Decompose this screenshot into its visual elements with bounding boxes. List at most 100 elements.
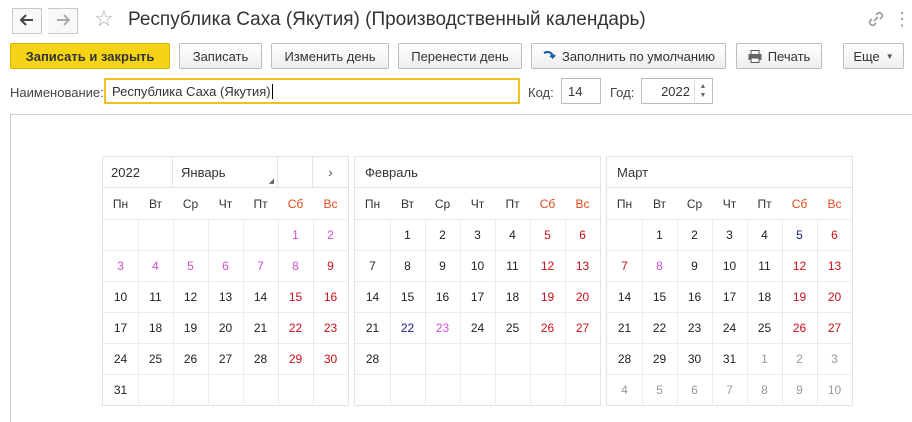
day-cell[interactable]: 3 [817,343,852,374]
day-cell[interactable]: 28 [607,343,642,374]
day-cell[interactable]: 27 [565,312,600,343]
day-cell[interactable]: 12 [530,250,565,281]
day-cell[interactable]: 2 [677,219,712,250]
day-cell[interactable]: 2 [782,343,817,374]
day-cell[interactable]: 17 [712,281,747,312]
day-cell[interactable]: 17 [103,312,138,343]
day-cell[interactable]: 27 [208,343,243,374]
day-cell[interactable]: 9 [677,250,712,281]
day-cell[interactable]: 15 [390,281,425,312]
day-cell[interactable]: 13 [817,250,852,281]
day-cell[interactable]: 23 [425,312,460,343]
day-cell[interactable]: 15 [278,281,313,312]
day-cell[interactable]: 9 [425,250,460,281]
day-cell[interactable]: 3 [712,219,747,250]
day-cell[interactable]: 31 [103,374,138,405]
day-cell[interactable]: 22 [642,312,677,343]
day-cell[interactable]: 19 [173,312,208,343]
day-cell[interactable]: 22 [390,312,425,343]
day-cell[interactable]: 29 [278,343,313,374]
code-field[interactable]: 14 [561,78,601,104]
save-and-close-button[interactable]: Записать и закрыть [10,43,170,69]
day-cell[interactable]: 8 [747,374,782,405]
day-cell[interactable]: 14 [355,281,390,312]
day-cell[interactable]: 1 [747,343,782,374]
day-cell[interactable]: 9 [782,374,817,405]
day-cell[interactable]: 7 [355,250,390,281]
day-cell[interactable]: 3 [103,250,138,281]
day-cell[interactable]: 1 [390,219,425,250]
day-cell[interactable]: 23 [677,312,712,343]
back-button[interactable] [12,8,42,34]
name-field[interactable]: Республика Саха (Якутия) [104,78,520,104]
day-cell[interactable]: 28 [355,343,390,374]
day-cell[interactable]: 4 [607,374,642,405]
day-cell[interactable]: 19 [530,281,565,312]
day-cell[interactable]: 5 [642,374,677,405]
day-cell[interactable]: 3 [460,219,495,250]
day-cell[interactable]: 11 [747,250,782,281]
day-cell[interactable]: 21 [355,312,390,343]
day-cell[interactable]: 18 [747,281,782,312]
day-cell[interactable]: 13 [208,281,243,312]
day-cell[interactable]: 4 [495,219,530,250]
day-cell[interactable]: 10 [460,250,495,281]
day-cell[interactable]: 5 [530,219,565,250]
day-cell[interactable]: 26 [173,343,208,374]
day-cell[interactable]: 8 [642,250,677,281]
day-cell[interactable]: 4 [138,250,173,281]
day-cell[interactable]: 2 [313,219,348,250]
day-cell[interactable]: 5 [173,250,208,281]
day-cell[interactable]: 25 [747,312,782,343]
spin-up-icon[interactable]: ▲ [700,82,707,91]
day-cell[interactable]: 31 [712,343,747,374]
day-cell[interactable]: 6 [677,374,712,405]
day-cell[interactable]: 30 [677,343,712,374]
day-cell[interactable]: 27 [817,312,852,343]
change-day-button[interactable]: Изменить день [271,43,389,69]
more-button[interactable]: Еще ▼ [843,43,904,69]
day-cell[interactable]: 18 [495,281,530,312]
day-cell[interactable]: 14 [607,281,642,312]
day-cell[interactable]: 12 [173,281,208,312]
day-cell[interactable]: 10 [817,374,852,405]
spin-down-icon[interactable]: ▼ [700,91,707,100]
day-cell[interactable]: 25 [138,343,173,374]
save-button[interactable]: Записать [179,43,262,69]
day-cell[interactable]: 20 [817,281,852,312]
day-cell[interactable]: 24 [712,312,747,343]
forward-button[interactable] [48,8,78,34]
day-cell[interactable]: 6 [817,219,852,250]
day-cell[interactable]: 26 [782,312,817,343]
day-cell[interactable]: 5 [782,219,817,250]
day-cell[interactable]: 24 [103,343,138,374]
day-cell[interactable]: 12 [782,250,817,281]
window-menu-icon[interactable]: ⋮ [893,8,911,30]
favorite-star-icon[interactable]: ☆ [94,6,114,32]
day-cell[interactable]: 11 [495,250,530,281]
day-cell[interactable]: 7 [607,250,642,281]
day-cell[interactable]: 8 [390,250,425,281]
day-cell[interactable]: 6 [208,250,243,281]
day-cell[interactable]: 11 [138,281,173,312]
day-cell[interactable]: 14 [243,281,278,312]
day-cell[interactable]: 23 [313,312,348,343]
print-button[interactable]: Печать [736,43,822,69]
month-select[interactable]: Январь ◢ [173,156,278,188]
day-cell[interactable]: 7 [712,374,747,405]
fill-default-button[interactable]: Заполнить по умолчанию [531,43,726,69]
day-cell[interactable]: 30 [313,343,348,374]
day-cell[interactable]: 16 [425,281,460,312]
day-cell[interactable]: 17 [460,281,495,312]
day-cell[interactable]: 10 [712,250,747,281]
day-cell[interactable]: 19 [782,281,817,312]
day-cell[interactable]: 1 [642,219,677,250]
day-cell[interactable]: 26 [530,312,565,343]
day-cell[interactable]: 21 [607,312,642,343]
day-cell[interactable]: 10 [103,281,138,312]
day-cell[interactable]: 2 [425,219,460,250]
day-cell[interactable]: 9 [313,250,348,281]
day-cell[interactable]: 28 [243,343,278,374]
day-cell[interactable]: 13 [565,250,600,281]
next-month-button[interactable]: › [313,157,348,188]
